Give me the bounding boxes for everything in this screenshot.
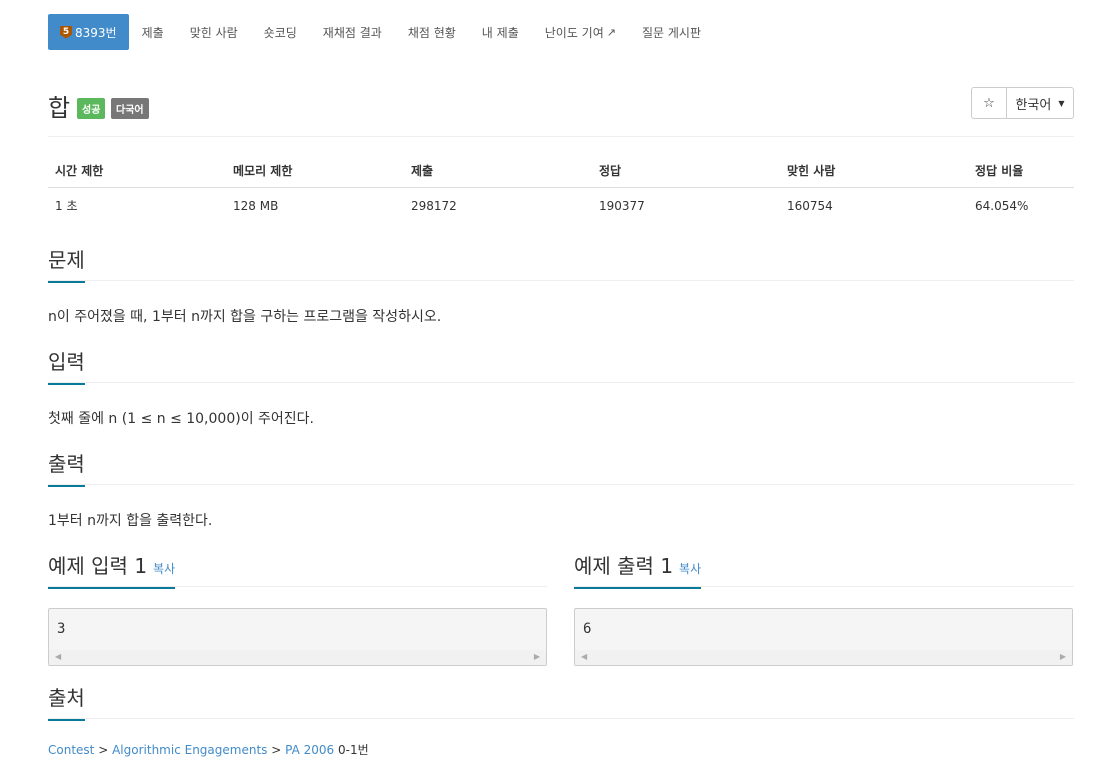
external-link-icon: ↗ bbox=[606, 25, 616, 39]
source-link-algorithmic-engagements[interactable]: Algorithmic Engagements bbox=[112, 743, 267, 757]
tab-submit[interactable]: 제출 bbox=[129, 14, 177, 50]
memory-limit-value: 128 MB bbox=[233, 198, 279, 213]
problem-info-table: 시간 제한 메모리 제한 제출 정답 맞힌 사람 정답 비율 1 초 128 M… bbox=[48, 154, 1074, 223]
problem-section-title: 문제 bbox=[48, 244, 85, 283]
scroll-left-icon[interactable]: ◀ bbox=[581, 652, 587, 661]
breadcrumb-separator: > bbox=[271, 743, 282, 757]
caret-down-icon: ▼ bbox=[1058, 98, 1065, 108]
input-section-header: 입력 bbox=[48, 346, 1074, 385]
tab-judge-status[interactable]: 채점 현황 bbox=[395, 14, 469, 50]
copy-sample-output-link[interactable]: 복사 bbox=[679, 562, 701, 576]
scroll-left-icon[interactable]: ◀ bbox=[55, 652, 61, 661]
multilang-badge: 다국어 bbox=[111, 98, 149, 119]
accepted-value: 190377 bbox=[599, 198, 645, 213]
copy-sample-input-link[interactable]: 복사 bbox=[153, 562, 175, 576]
header-time-limit: 시간 제한 bbox=[48, 154, 226, 188]
header-accept-ratio: 정답 비율 bbox=[968, 154, 1074, 188]
header-memory-limit: 메모리 제한 bbox=[226, 154, 404, 188]
sample-input-box[interactable]: 3 ◀ ▶ bbox=[48, 608, 547, 666]
favorite-star-button[interactable]: ☆ bbox=[971, 87, 1007, 119]
output-section-header: 출력 bbox=[48, 448, 1074, 487]
star-icon: ☆ bbox=[983, 95, 995, 111]
success-badge: 성공 bbox=[77, 98, 106, 119]
page-title: 합 bbox=[48, 94, 71, 122]
header-submissions: 제출 bbox=[404, 154, 592, 188]
tab-short-coding[interactable]: 숏코딩 bbox=[251, 14, 310, 50]
problem-nav: 5 8393번 제출 맞힌 사람 숏코딩 재채점 결과 채점 현황 내 제출 난… bbox=[48, 14, 714, 50]
input-description: 첫째 줄에 n (1 ≤ n ≤ 10,000)이 주어진다. bbox=[48, 411, 314, 427]
sample-output-header: 예제 출력 1 복사 bbox=[574, 550, 1074, 589]
problem-section-header: 문제 bbox=[48, 244, 1074, 283]
page: 5 8393번 제출 맞힌 사람 숏코딩 재채점 결과 채점 현황 내 제출 난… bbox=[0, 0, 1100, 770]
sample-output-value: 6 bbox=[583, 621, 592, 637]
source-section-title: 출처 bbox=[48, 682, 85, 721]
title-actions: ☆ 한국어 ▼ bbox=[971, 87, 1074, 119]
input-section-title: 입력 bbox=[48, 346, 85, 385]
source-breadcrumb: Contest > Algorithmic Engagements > PA 2… bbox=[48, 741, 369, 758]
sample-input-title-wrap: 예제 입력 1 복사 bbox=[48, 550, 176, 589]
sample-output-scrollbar[interactable]: ◀ ▶ bbox=[575, 650, 1072, 665]
tab-question-board[interactable]: 질문 게시판 bbox=[629, 14, 714, 50]
tab-solved-users[interactable]: 맞힌 사람 bbox=[177, 14, 251, 50]
tab-difficulty-contribution[interactable]: 난이도 기여 ↗ bbox=[532, 14, 629, 50]
language-label: 한국어 bbox=[1015, 97, 1052, 113]
sample-input-value: 3 bbox=[57, 621, 66, 637]
output-description: 1부터 n까지 합을 출력한다. bbox=[48, 513, 213, 529]
problem-description: n이 주어졌을 때, 1부터 n까지 합을 구하는 프로그램을 작성하시오. bbox=[48, 309, 442, 325]
tier-badge-icon: 5 bbox=[60, 25, 72, 39]
tab-my-submissions[interactable]: 내 제출 bbox=[469, 14, 532, 50]
time-limit-value: 1 초 bbox=[55, 199, 78, 213]
source-link-contest[interactable]: Contest bbox=[48, 743, 94, 757]
info-value-row: 1 초 128 MB 298172 190377 160754 64.054% bbox=[48, 188, 1074, 224]
info-header-row: 시간 제한 메모리 제한 제출 정답 맞힌 사람 정답 비율 bbox=[48, 154, 1074, 188]
sample-output-title-wrap: 예제 출력 1 복사 bbox=[574, 550, 702, 589]
accept-ratio-value: 64.054% bbox=[975, 198, 1029, 213]
source-section-header: 출처 bbox=[48, 682, 1074, 721]
scroll-right-icon[interactable]: ▶ bbox=[534, 652, 540, 661]
breadcrumb-separator: > bbox=[98, 743, 109, 757]
header-accepted: 정답 bbox=[592, 154, 780, 188]
source-link-pa-2006[interactable]: PA 2006 bbox=[285, 743, 334, 757]
title-row: 합 성공 다국어 ☆ 한국어 ▼ bbox=[48, 87, 1074, 137]
sample-input-scrollbar[interactable]: ◀ ▶ bbox=[49, 650, 546, 665]
header-solved-users: 맞힌 사람 bbox=[780, 154, 968, 188]
language-dropdown[interactable]: 한국어 ▼ bbox=[1007, 87, 1074, 119]
scroll-right-icon[interactable]: ▶ bbox=[1060, 652, 1066, 661]
problem-number-label: 8393번 bbox=[75, 25, 117, 40]
output-section-title: 출력 bbox=[48, 448, 85, 487]
source-problem-suffix: 0-1번 bbox=[337, 743, 369, 757]
submissions-value: 298172 bbox=[411, 198, 457, 213]
solved-users-value: 160754 bbox=[787, 198, 833, 213]
sample-input-header: 예제 입력 1 복사 bbox=[48, 550, 547, 589]
tab-problem[interactable]: 5 8393번 bbox=[48, 14, 129, 50]
difficulty-contribution-label: 난이도 기여 bbox=[544, 25, 604, 40]
sample-output-box[interactable]: 6 ◀ ▶ bbox=[574, 608, 1073, 666]
sample-input-title: 예제 입력 1 bbox=[48, 554, 148, 578]
sample-output-title: 예제 출력 1 bbox=[574, 554, 674, 578]
tab-rejudge-results[interactable]: 재채점 결과 bbox=[310, 14, 395, 50]
